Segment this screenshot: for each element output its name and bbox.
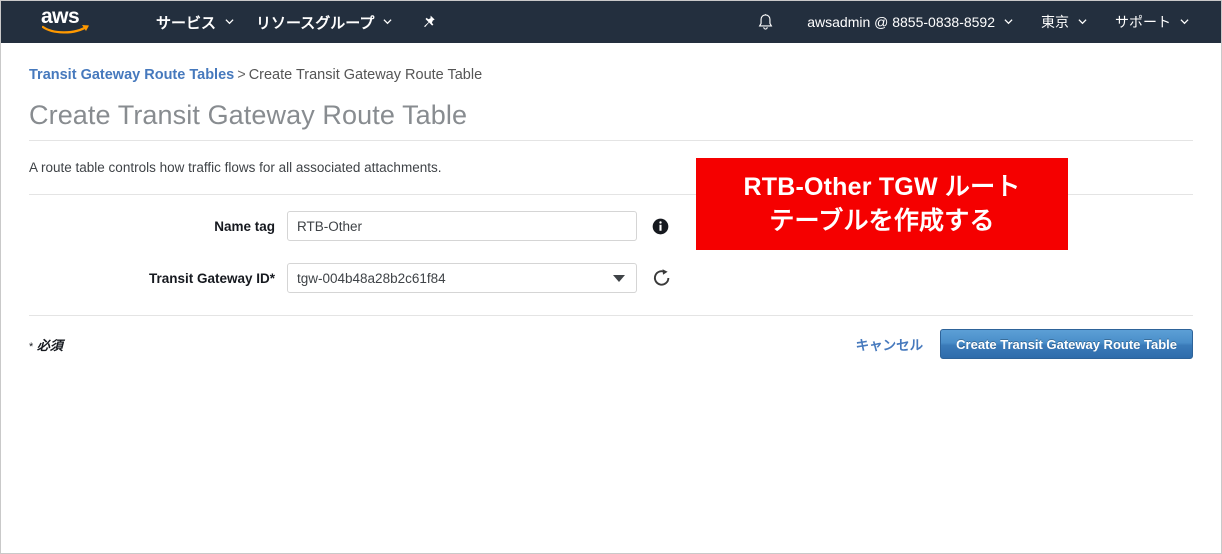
name-tag-label: Name tag <box>29 219 287 234</box>
required-star: * <box>29 341 33 353</box>
chevron-down-icon <box>225 17 234 26</box>
nav-services-label: サービス <box>156 12 216 33</box>
page-title: Create Transit Gateway Route Table <box>29 98 1193 132</box>
title-divider <box>29 140 1193 141</box>
navbar-left-group: aws サービス リソースグループ <box>1 1 447 43</box>
form-row-transit-gateway-id: Transit Gateway ID* tgw-004b48a28b2c61f8… <box>29 263 1193 293</box>
region-menu[interactable]: 東京 <box>1027 1 1101 43</box>
transit-gateway-id-label: Transit Gateway ID* <box>29 271 287 286</box>
annotation-line-2: テーブルを作成する <box>769 204 994 238</box>
refresh-icon[interactable] <box>652 268 672 288</box>
navbar-right-group: awsadmin @ 8855-0838-8592 東京 サポート <box>745 1 1221 43</box>
aws-logo-smile-icon <box>42 24 92 35</box>
chevron-down-icon <box>613 275 625 282</box>
annotation-callout: RTB-Other TGW ルート テーブルを作成する <box>696 158 1068 250</box>
screenshot-root: aws サービス リソースグループ <box>0 0 1222 554</box>
chevron-down-icon <box>1180 17 1189 26</box>
footer-divider <box>29 315 1193 316</box>
form-footer: * 必須 キャンセル Create Transit Gateway Route … <box>29 329 1193 359</box>
bell-icon[interactable] <box>745 1 785 43</box>
chevron-down-icon <box>383 17 392 26</box>
transit-gateway-id-select[interactable]: tgw-004b48a28b2c61f84 <box>287 263 637 293</box>
nav-item-resource-groups[interactable]: リソースグループ <box>245 1 403 43</box>
info-icon[interactable] <box>652 218 669 235</box>
breadcrumb: Transit Gateway Route Tables>Create Tran… <box>29 66 1193 84</box>
breadcrumb-separator: > <box>234 67 248 83</box>
account-label: awsadmin @ 8855-0838-8592 <box>807 14 995 30</box>
region-label: 東京 <box>1041 12 1069 32</box>
footer-actions: キャンセル Create Transit Gateway Route Table <box>856 329 1193 359</box>
required-label: 必須 <box>37 338 63 353</box>
account-menu[interactable]: awsadmin @ 8855-0838-8592 <box>793 1 1027 43</box>
breadcrumb-link-route-tables[interactable]: Transit Gateway Route Tables <box>29 67 234 83</box>
aws-logo[interactable]: aws <box>41 7 97 37</box>
pin-icon[interactable] <box>409 1 447 43</box>
chevron-down-icon <box>1004 17 1013 26</box>
support-label: サポート <box>1115 12 1171 32</box>
transit-gateway-id-value: tgw-004b48a28b2c61f84 <box>297 271 446 286</box>
name-tag-input[interactable]: RTB-Other <box>287 211 637 241</box>
breadcrumb-current: Create Transit Gateway Route Table <box>249 67 482 83</box>
support-menu[interactable]: サポート <box>1101 1 1203 43</box>
chevron-down-icon <box>1078 17 1087 26</box>
create-transit-gateway-route-table-button[interactable]: Create Transit Gateway Route Table <box>940 329 1193 359</box>
annotation-line-1: RTB-Other TGW ルート <box>744 170 1021 204</box>
nav-resource-groups-label: リソースグループ <box>256 12 374 33</box>
name-tag-value: RTB-Other <box>297 219 362 234</box>
top-navbar: aws サービス リソースグループ <box>1 1 1221 43</box>
cancel-button[interactable]: キャンセル <box>856 334 924 354</box>
sidebar-item-services[interactable]: サービス <box>145 1 245 43</box>
required-note: * 必須 <box>29 335 63 354</box>
